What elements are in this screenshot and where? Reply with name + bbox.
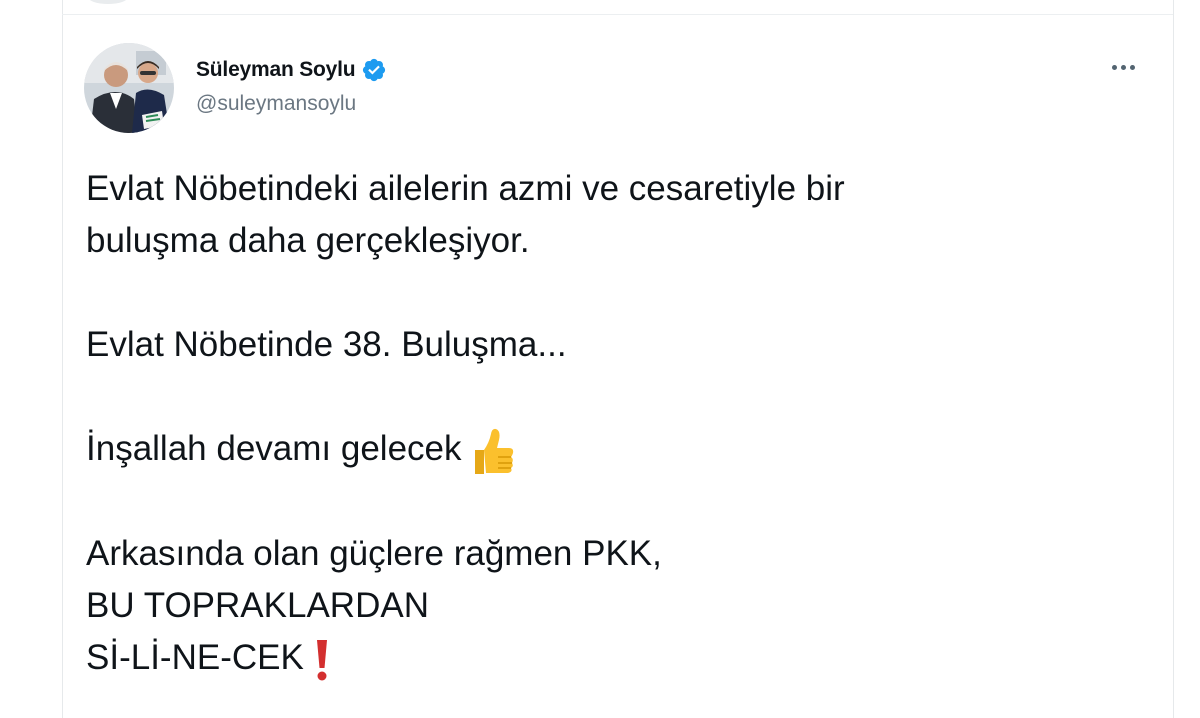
author-name-row[interactable]: Süleyman Soylu: [196, 56, 387, 84]
tweet-line: Arkasında olan güçlere rağmen PKK,: [86, 533, 662, 573]
avatar[interactable]: [84, 43, 174, 133]
tweet-line: Evlat Nöbetindeki ailelerin azmi ve cesa…: [86, 169, 845, 208]
card-right-border: [1173, 0, 1174, 718]
avatar-photo: [84, 43, 174, 133]
tweet-line: İnşallah devamı gelecek: [86, 429, 462, 468]
thumbs-up-emoji-icon: [471, 426, 515, 476]
tweet-body: Evlat Nöbetindeki ailelerin azmi ve cesa…: [86, 163, 1146, 684]
more-options-button[interactable]: [1103, 52, 1143, 82]
card-left-border: [62, 0, 63, 718]
tweet-line-with-emoji: İnşallah devamı gelecek: [86, 423, 1146, 476]
tweet-line: Sİ-Lİ-NE-CEK: [86, 637, 304, 677]
verified-badge-icon: [361, 57, 387, 83]
tweet-line-with-emoji: Sİ-Lİ-NE-CEK: [86, 632, 1146, 684]
tweet-line: Evlat Nöbetinde 38. Buluşma...: [86, 325, 567, 364]
red-exclamation-emoji-icon: [314, 638, 330, 682]
tweet-line: BU TOPRAKLARDAN: [86, 585, 429, 625]
author-handle[interactable]: @suleymansoylu: [196, 92, 356, 116]
previous-avatar-edge: [88, 0, 128, 4]
author-display-name[interactable]: Süleyman Soylu: [196, 58, 356, 82]
more-horizontal-icon-dot: [1111, 64, 1117, 70]
card-top-divider: [62, 14, 1173, 15]
more-horizontal-icon-dot: [1120, 64, 1126, 70]
tweet-line: buluşma daha gerçekleşiyor.: [86, 221, 530, 260]
more-horizontal-icon-dot: [1129, 64, 1135, 70]
